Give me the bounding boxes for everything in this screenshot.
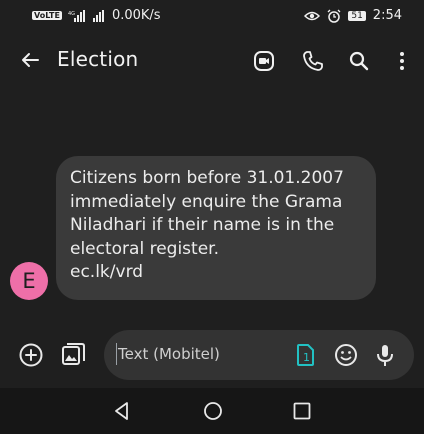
system-nav-bar — [0, 388, 424, 434]
microphone-icon[interactable] — [372, 342, 398, 368]
svg-text:4G: 4G — [68, 11, 75, 17]
compose-bar: Text (Mobitel) 1 — [0, 330, 424, 382]
search-icon[interactable] — [347, 49, 371, 73]
clock: 2:54 — [372, 8, 402, 23]
emoji-icon[interactable] — [333, 342, 359, 368]
back-triangle-icon[interactable] — [111, 400, 133, 422]
recents-square-icon[interactable] — [291, 400, 313, 422]
conversation-title: Election — [57, 47, 139, 71]
alarm-icon — [327, 9, 341, 23]
signal-4g-icon: 4G — [68, 9, 85, 22]
message-link[interactable]: ec.lk/vrd — [70, 261, 362, 285]
message-line: immediately enquire the Grama — [70, 191, 343, 212]
more-vert-icon[interactable] — [390, 49, 414, 73]
sender-avatar[interactable]: E — [10, 262, 48, 300]
status-right: 51 2:54 — [304, 8, 402, 23]
video-call-icon[interactable] — [252, 49, 276, 73]
volte-icon: VoLTE — [32, 11, 62, 20]
eye-comfort-icon — [304, 11, 321, 20]
message-input-placeholder: Text (Mobitel) — [118, 345, 220, 363]
message-line: electoral register. — [70, 238, 219, 259]
back-arrow-icon[interactable] — [18, 48, 42, 72]
svg-text:1: 1 — [303, 351, 310, 364]
message-bubble[interactable]: Citizens born before 31.01.2007 immediat… — [56, 156, 376, 300]
status-bar: VoLTE 4G 0.00K/s 51 2:54 — [0, 0, 424, 34]
text-cursor — [116, 343, 117, 365]
home-circle-icon[interactable] — [202, 400, 224, 422]
sim-card-icon[interactable]: 1 — [292, 342, 318, 368]
network-speed: 0.00K/s — [111, 8, 161, 23]
app-bar: Election — [0, 34, 424, 88]
message-input[interactable]: Text (Mobitel) 1 — [104, 330, 414, 380]
gallery-icon[interactable] — [60, 342, 86, 368]
message-line: Niladhari if their name is in the — [70, 215, 335, 235]
status-left: VoLTE 4G 0.00K/s — [32, 8, 161, 23]
signal-icon — [92, 9, 104, 22]
message-line: Citizens born before 31.01.2007 — [70, 168, 344, 188]
phone-icon[interactable] — [301, 49, 325, 73]
battery-icon: 51 — [348, 10, 366, 21]
add-attachment-icon[interactable] — [18, 342, 44, 368]
